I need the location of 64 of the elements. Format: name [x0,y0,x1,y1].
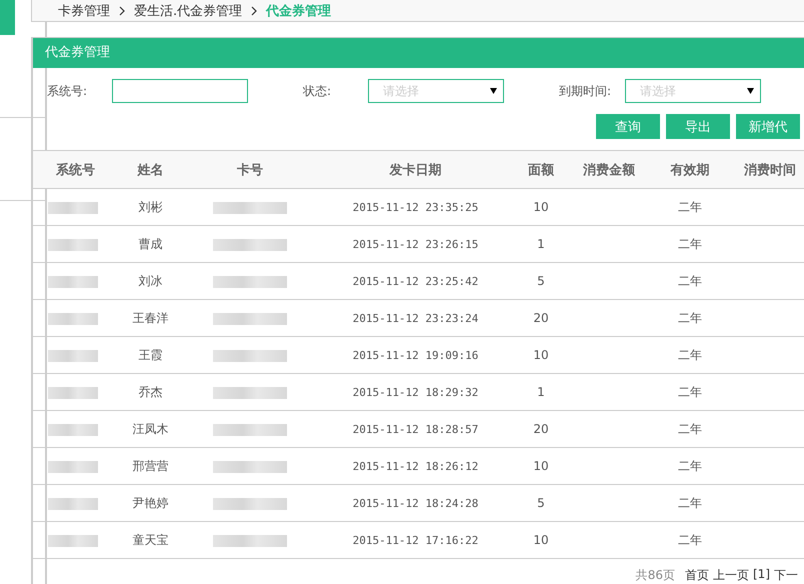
chevron-icon [118,6,126,16]
page-link[interactable]: 上一页 [713,567,749,584]
column-header: 发卡日期 [317,151,514,188]
table-cell: 尹艳婷 [132,496,168,510]
table-cell: 1 [537,237,545,251]
table-cell: 20 [533,311,549,325]
field-label: 到期时间: [559,82,612,100]
table-cell: 二年 [678,496,702,510]
column-header: 有效期 [650,151,730,188]
table-cell: 王霞 [138,348,162,362]
table-cell: 二年 [678,458,702,472]
table-cell: 2015-11-12 23:35:25 [352,200,478,214]
table-cell: 2015-11-12 19:09:16 [352,348,478,362]
table-cell: 二年 [678,532,702,546]
table-cell: 二年 [678,384,702,398]
table-cell: 刘彬 [138,200,162,214]
column-header: 卡号 [183,151,317,188]
chevron-icon [250,6,258,16]
breadcrumb-link[interactable]: 卡券管理 [58,2,110,20]
input-field[interactable] [112,79,248,103]
column-header: 消费金额 [568,151,650,188]
table-cell: 二年 [678,348,702,362]
table-cell: 1 [537,385,545,399]
table-cell: 2015-11-12 18:29:32 [352,386,478,398]
page-count: 共86页 [636,567,675,584]
table-cell: 2015-11-12 17:16:22 [352,534,478,546]
table-cell: 2015-11-12 18:26:12 [352,460,478,472]
table-cell: 2015-11-12 23:23:24 [352,312,478,324]
table-cell: 10 [533,459,549,473]
field-label: 系统号: [47,82,88,100]
table-cell: 汪凤木 [132,422,168,436]
page-link[interactable]: [1] [753,567,770,584]
breadcrumb-link[interactable]: 爱生活.代金券管理 [134,2,242,20]
table-cell: 2015-11-12 18:24:28 [352,496,478,510]
table-cell: 二年 [678,236,702,250]
table-cell: 10 [533,533,549,547]
table-cell: 乔杰 [138,384,162,398]
page-link[interactable]: 首页 [685,567,709,584]
page-link[interactable]: 下一 [774,567,798,584]
panel-title: 代金券管理 [33,38,804,68]
caret-icon [490,88,497,94]
table-cell: 2015-11-12 18:28:57 [352,422,478,436]
table-cell: 二年 [678,274,702,288]
caret-icon [747,88,754,94]
column-header: 系统号 [33,151,118,188]
table-cell: 二年 [678,310,702,324]
column-header: 面额 [514,151,568,188]
table-cell: 邢营营 [132,458,168,472]
table-cell: 5 [537,496,545,510]
table-cell: 曹成 [138,236,162,250]
table-cell: 王春洋 [132,310,168,324]
table-cell: 10 [533,348,549,362]
field-label: 状态: [303,82,332,100]
table-cell: 2015-11-12 23:25:42 [352,274,478,288]
table-cell: 二年 [678,200,702,214]
table-cell: 二年 [678,422,702,436]
table-cell: 刘冰 [138,274,162,288]
table-cell: 20 [533,422,549,436]
table-cell: 2015-11-12 23:26:15 [352,238,478,250]
column-header: 消费时间 [730,151,804,188]
table-cell: 5 [537,274,545,288]
table-cell: 童天宝 [132,532,168,546]
table-cell: 10 [533,200,549,214]
column-header: 姓名 [118,151,183,188]
